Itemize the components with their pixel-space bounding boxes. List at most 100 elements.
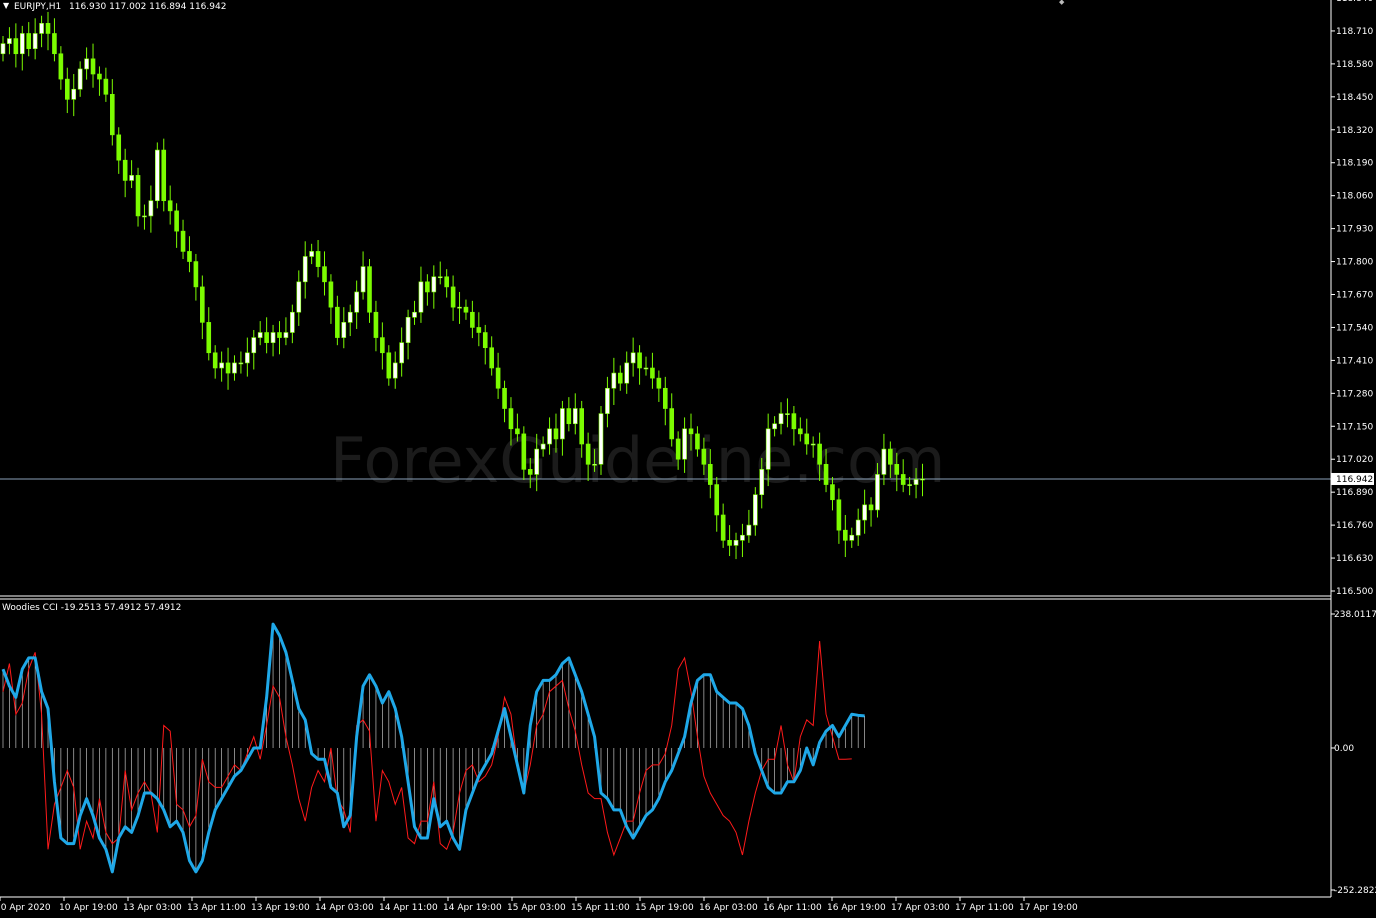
candle-body: [888, 448, 893, 465]
ohlc-readout: 116.930 117.002 116.894 116.942: [69, 2, 226, 12]
candle-body: [881, 448, 887, 475]
candle-body: [611, 372, 617, 389]
candle-body: [508, 408, 514, 430]
symbol-label: EURJPY,H1: [14, 2, 61, 12]
candle-body: [572, 408, 578, 425]
candle-body: [167, 200, 173, 212]
candle-body: [354, 291, 359, 313]
candle-body: [617, 372, 623, 384]
candle-body: [373, 311, 379, 338]
price-tick-label: 118.060: [1336, 192, 1373, 202]
price-tick-label: 118.580: [1336, 60, 1373, 70]
time-tick-label: 17 Apr 03:00: [891, 903, 950, 913]
candle-body: [875, 474, 880, 511]
candle-body: [675, 438, 681, 460]
candle-body: [495, 367, 501, 389]
candle-body: [733, 540, 739, 546]
candle-body: [290, 311, 295, 333]
candle-body: [425, 281, 430, 293]
candle-body: [103, 78, 109, 95]
candle-body: [553, 428, 559, 440]
watermark-text: ForexGuideline.com: [330, 424, 945, 497]
time-tick-label: 13 Apr 19:00: [251, 903, 310, 913]
candle-body: [714, 484, 720, 516]
indicator-label: Woodies CCI -19.2513 57.4912 57.4912: [2, 603, 181, 613]
candle-body: [566, 408, 572, 425]
candle-body: [585, 443, 591, 465]
candle-body: [245, 352, 250, 364]
candle-body: [283, 332, 289, 338]
candle-body: [695, 433, 700, 450]
candle-body: [13, 38, 19, 55]
candle-body: [444, 276, 449, 288]
candle-body: [907, 484, 912, 486]
cci-tick-label: 238.0117: [1334, 610, 1376, 620]
candle-body: [637, 352, 642, 369]
time-tick-label: 14 Apr 03:00: [315, 903, 374, 913]
candle-body: [753, 494, 758, 526]
candle-body: [836, 499, 842, 531]
candle-body: [399, 342, 404, 364]
trading-chart[interactable]: ForexGuideline.com ▼ EURJPY,H1 116.930 1…: [0, 0, 1376, 918]
candle-body: [431, 276, 437, 293]
candle-body: [129, 175, 134, 181]
price-tick-label: 117.670: [1336, 291, 1373, 301]
candle-body: [148, 200, 154, 217]
time-tick-label: 17 Apr 11:00: [955, 903, 1014, 913]
candle-body: [405, 317, 411, 343]
candle-body: [765, 428, 771, 470]
price-tick-label: 118.840: [1336, 0, 1373, 4]
time-tick-label: 16 Apr 19:00: [827, 903, 886, 913]
candle-body: [630, 352, 636, 364]
candle-body: [193, 261, 199, 288]
candle-body: [527, 469, 533, 475]
candle-body: [322, 266, 327, 283]
candle-body: [894, 463, 900, 475]
time-tick-label: 15 Apr 19:00: [635, 903, 694, 913]
candle-body: [238, 362, 244, 365]
candle-body: [823, 463, 829, 485]
candle-body: [540, 443, 546, 450]
cci-tick-label: 0.00: [1334, 744, 1354, 754]
price-tick-label: 117.150: [1336, 422, 1373, 432]
candle-body: [122, 159, 128, 181]
candle-body: [90, 58, 96, 75]
candle-body: [161, 149, 167, 202]
candle-body: [560, 408, 565, 440]
price-tick-label: 116.630: [1336, 554, 1373, 564]
candle-body: [855, 519, 861, 536]
candle-body: [470, 311, 475, 328]
time-tick-label: 13 Apr 03:00: [123, 903, 182, 913]
time-tick-label: 16 Apr 11:00: [763, 903, 822, 913]
candle-body: [52, 33, 57, 55]
price-tick-label: 117.540: [1336, 323, 1373, 333]
time-tick-label: 10 Apr 19:00: [59, 903, 118, 913]
symbol-menu-icon[interactable]: ▼: [3, 1, 10, 10]
candle-body: [0, 43, 6, 55]
candle-body: [868, 504, 874, 511]
time-tick-label: 14 Apr 11:00: [379, 903, 438, 913]
candle-body: [437, 276, 443, 279]
candle-body: [251, 337, 257, 354]
price-tick-label: 118.320: [1336, 126, 1373, 136]
candle-body: [463, 306, 469, 313]
candle-body: [772, 423, 777, 430]
cci-tick-label: -252.2822: [1334, 886, 1376, 896]
price-tick-label: 116.890: [1336, 488, 1373, 498]
candle-body: [232, 362, 237, 374]
candle-body: [212, 352, 218, 369]
price-tick-label: 118.450: [1336, 93, 1373, 103]
candle-body: [341, 322, 347, 338]
candle-body: [707, 463, 713, 485]
candle-body: [759, 469, 765, 496]
candle-body: [206, 322, 212, 354]
candle-body: [347, 311, 353, 323]
candle-body: [791, 413, 797, 430]
price-tick-label: 117.800: [1336, 258, 1373, 268]
candle-body: [515, 428, 520, 435]
candle-body: [386, 352, 392, 379]
one-click-trading-icon[interactable]: ◆: [1059, 0, 1065, 6]
candle-body: [219, 362, 224, 369]
price-tick-label: 117.020: [1336, 455, 1373, 465]
candle-body: [476, 327, 482, 333]
